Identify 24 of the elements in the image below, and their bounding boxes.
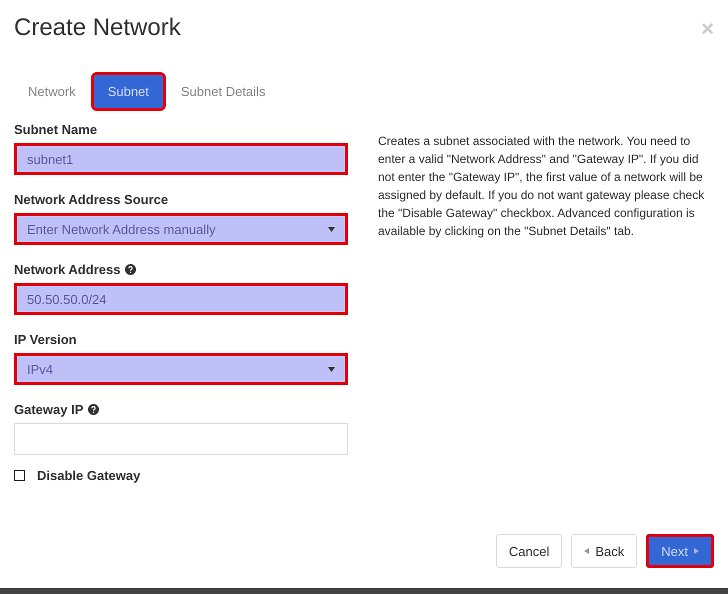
tab[interactable]: Subnet Details	[166, 75, 280, 108]
help-text: Creates a subnet associated with the network. You need to enter a valid "Network Address" and "Gateway IP". If you did not enter the "Gateway IP", the first value of a network will be assigned by default. If you do not want gateway please check the "Disable Gateway" checkbox. Advanced configuration is available by clicking on the "Subnet Details" tab.	[378, 133, 706, 240]
field-label: Gateway IP	[14, 402, 84, 417]
select-field[interactable]: IPv4	[14, 353, 348, 385]
dialog-title: Create Network	[14, 14, 181, 42]
chevron-right-icon	[694, 548, 699, 554]
field-label: Network Address	[14, 262, 120, 277]
caret-icon	[328, 366, 335, 372]
chevron-left-icon	[584, 548, 590, 554]
checkbox-label: Disable Gateway	[37, 468, 140, 483]
input-field[interactable]: 50.50.50.0/24	[14, 283, 348, 315]
cancel-button[interactable]: Cancel	[496, 534, 562, 568]
input-field[interactable]: subnet1	[14, 143, 348, 175]
tab[interactable]: Subnet	[94, 75, 163, 108]
field-label: Subnet Name	[14, 122, 98, 137]
tab[interactable]: Network	[14, 75, 90, 108]
caret-icon	[328, 226, 335, 232]
back-button[interactable]: Back	[571, 534, 638, 568]
input-field[interactable]	[14, 423, 348, 455]
next-button[interactable]: Next	[646, 534, 714, 568]
checkbox[interactable]	[14, 470, 25, 481]
field-label: Network Address Source	[14, 192, 168, 207]
field-label: IP Version	[14, 332, 77, 347]
select-field[interactable]: Enter Network Address manually	[14, 213, 348, 245]
